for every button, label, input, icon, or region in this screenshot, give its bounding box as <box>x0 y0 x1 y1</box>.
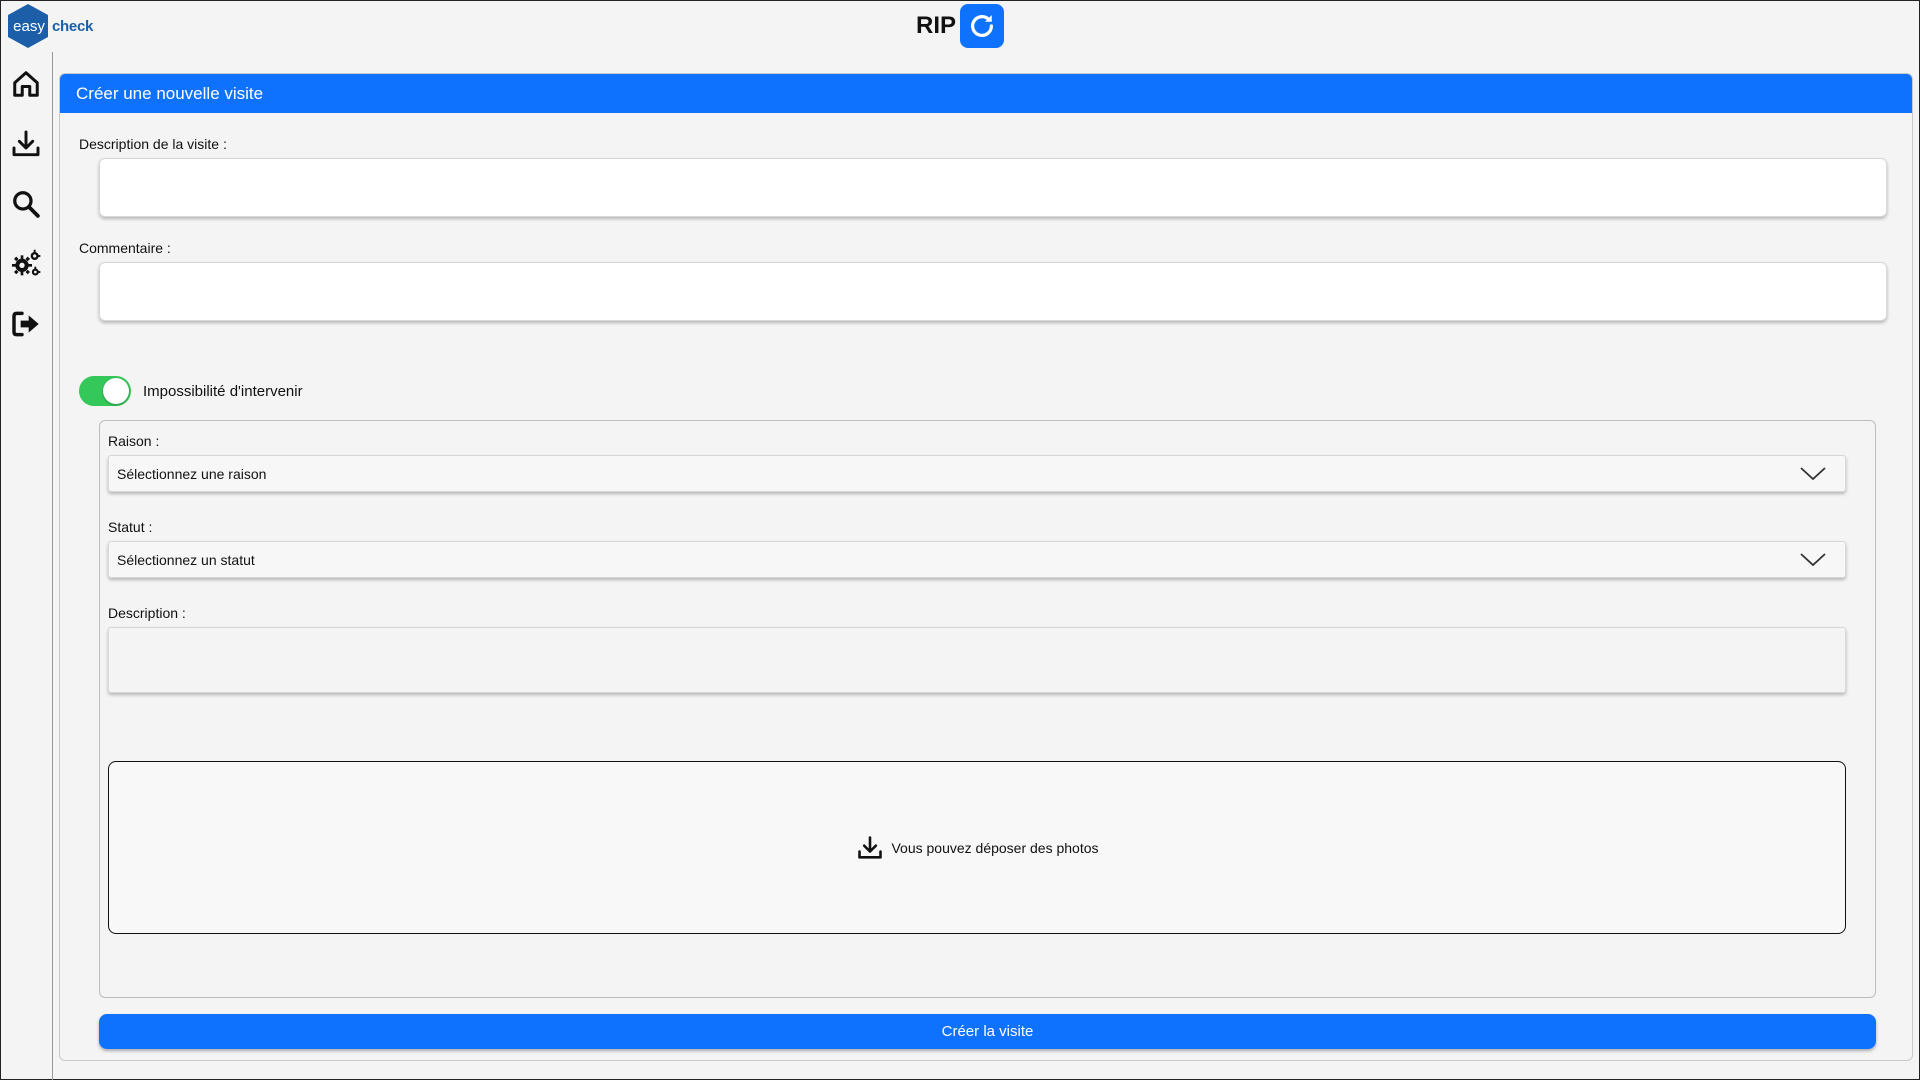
photo-dropzone[interactable]: Vous pouvez déposer des photos <box>108 761 1846 934</box>
gears-icon <box>12 249 41 276</box>
comment-field[interactable] <box>99 262 1887 321</box>
refresh-icon <box>971 15 993 37</box>
comment-label: Commentaire : <box>79 240 171 256</box>
sidebar-item-search[interactable] <box>10 188 42 220</box>
visit-description-input[interactable] <box>100 159 1886 216</box>
description-textarea[interactable] <box>108 627 1846 693</box>
sidebar-item-download[interactable] <box>10 128 42 160</box>
logo-hexagon: easy <box>8 4 48 48</box>
upload-icon <box>858 835 883 859</box>
app-title: RIP <box>916 12 957 39</box>
dropzone-text: Vous pouvez déposer des photos <box>891 839 1099 856</box>
panel-title: Créer une nouvelle visite <box>60 74 1912 113</box>
sidebar-item-home[interactable] <box>10 68 42 100</box>
visit-description-label: Description de la visite : <box>79 136 227 152</box>
logout-icon <box>12 311 39 337</box>
home-icon <box>13 71 39 97</box>
visit-description-field[interactable] <box>99 158 1887 217</box>
reason-select-value: Sélectionnez une raison <box>117 465 267 482</box>
sidebar <box>0 52 53 1080</box>
impossibility-label: Impossibilité d'intervenir <box>143 383 303 400</box>
sidebar-item-logout[interactable] <box>10 308 42 340</box>
refresh-button[interactable] <box>960 4 1004 48</box>
create-visit-button[interactable]: Créer la visite <box>99 1014 1876 1049</box>
reason-label: Raison : <box>108 433 160 449</box>
app-logo: easy check <box>8 4 93 48</box>
status-label: Statut : <box>108 519 153 535</box>
impossibility-details: Raison : Sélectionnez une raison Statut … <box>99 420 1876 998</box>
download-icon <box>12 130 40 157</box>
comment-input[interactable] <box>100 263 1886 320</box>
toggle-knob <box>103 378 129 404</box>
search-icon <box>13 191 40 218</box>
sidebar-item-settings[interactable] <box>10 248 42 280</box>
chevron-down-icon <box>1800 467 1826 481</box>
description-label: Description : <box>108 605 186 621</box>
logo-text: check <box>52 17 94 35</box>
reason-select[interactable]: Sélectionnez une raison <box>108 455 1846 492</box>
status-select[interactable]: Sélectionnez un statut <box>108 541 1846 578</box>
chevron-down-icon <box>1800 553 1826 567</box>
impossibility-toggle[interactable] <box>79 376 131 406</box>
status-select-value: Sélectionnez un statut <box>117 551 255 568</box>
new-visit-panel: Créer une nouvelle visite Description de… <box>59 73 1913 1061</box>
